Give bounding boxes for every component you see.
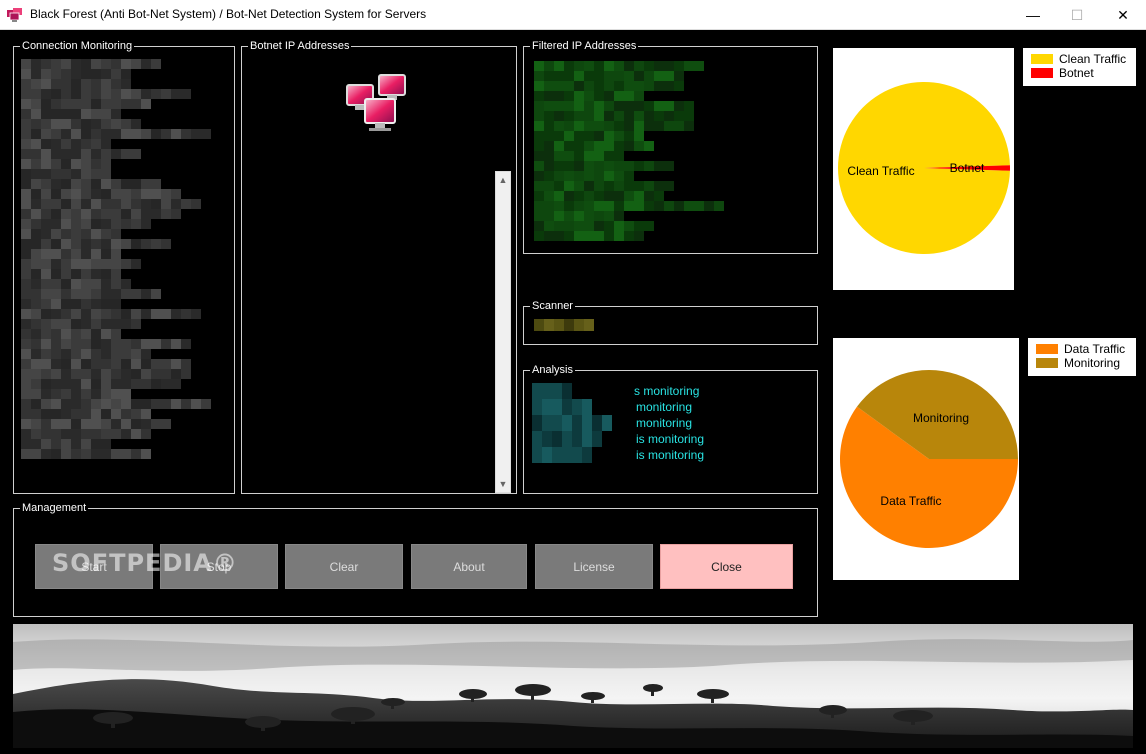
connection-monitoring-group: Connection Monitoring: [13, 39, 235, 494]
filtered-ip-group: Filtered IP Addresses: [523, 39, 818, 254]
legend-item-data-traffic: Data Traffic: [1036, 342, 1128, 356]
clear-button[interactable]: Clear: [285, 544, 403, 589]
analysis-line: monitoring: [636, 400, 693, 414]
legend-label-data-traffic: Data Traffic: [1064, 342, 1126, 356]
analysis-line: is monitoring: [636, 448, 705, 462]
pie-label-clean-traffic: Clean Traffic: [847, 164, 914, 178]
analysis-label: Analysis: [530, 363, 575, 377]
botnet-ip-label: Botnet IP Addresses: [248, 39, 352, 53]
landscape-banner-image: [13, 624, 1133, 748]
scroll-up-icon[interactable]: ▲: [496, 172, 510, 188]
analysis-group: Analysis s monitoring monitoring monitor…: [523, 363, 818, 494]
scanner-status: [534, 319, 644, 331]
legend-item-monitoring: Monitoring: [1036, 356, 1128, 370]
title-bar: Black Forest (Anti Bot-Net System) / Bot…: [0, 0, 1146, 30]
about-button[interactable]: About: [411, 544, 527, 589]
legend-label-clean-traffic: Clean Traffic: [1059, 52, 1127, 66]
network-computers-icon: [346, 74, 406, 131]
filtered-ip-label: Filtered IP Addresses: [530, 39, 639, 53]
close-button[interactable]: Close: [660, 544, 793, 589]
analysis-line: is monitoring: [636, 432, 705, 446]
maximize-button[interactable]: ☐: [1054, 0, 1100, 30]
legend-swatch-monitoring: [1036, 358, 1058, 368]
management-group: Management Start Stop Clear About Licens…: [13, 501, 818, 617]
data-pie-chart: Data Traffic Monitoring: [840, 370, 1018, 548]
minimize-button[interactable]: —: [1010, 0, 1056, 30]
analysis-masked-text: [532, 383, 636, 463]
window-title: Black Forest (Anti Bot-Net System) / Bot…: [30, 7, 427, 21]
pie-label-monitoring: Monitoring: [913, 411, 969, 425]
connection-list[interactable]: [21, 59, 221, 461]
license-button[interactable]: License: [535, 544, 653, 589]
traffic-pie-chart-panel: Clean Traffic Botnet: [833, 48, 1014, 290]
legend-swatch-clean-traffic: [1031, 54, 1053, 64]
analysis-line: monitoring: [636, 416, 693, 430]
legend-swatch-data-traffic: [1036, 344, 1058, 354]
scanner-label: Scanner: [530, 299, 575, 313]
filtered-ip-list[interactable]: [534, 61, 734, 241]
connection-monitoring-label: Connection Monitoring: [20, 39, 135, 53]
pie-label-botnet: Botnet: [950, 161, 985, 175]
legend-label-monitoring: Monitoring: [1064, 356, 1121, 370]
traffic-legend: Clean Traffic Botnet: [1023, 48, 1136, 86]
botnet-ip-group: Botnet IP Addresses ▲ ▼: [241, 39, 517, 494]
legend-label-botnet: Botnet: [1059, 66, 1094, 80]
computers-icon: [7, 8, 22, 22]
management-label: Management: [20, 501, 89, 515]
scroll-down-icon[interactable]: ▼: [496, 476, 510, 492]
legend-swatch-botnet: [1031, 68, 1053, 78]
botnet-list-scrollbar[interactable]: ▲ ▼: [495, 171, 511, 493]
traffic-pie-chart: Clean Traffic Botnet: [838, 82, 1010, 254]
data-pie-chart-panel: Data Traffic Monitoring: [833, 338, 1019, 580]
analysis-line: s monitoring: [634, 384, 700, 398]
pie-label-data-traffic: Data Traffic: [880, 494, 941, 508]
legend-item-clean-traffic: Clean Traffic: [1031, 52, 1128, 66]
legend-item-botnet: Botnet: [1031, 66, 1128, 80]
window-close-button[interactable]: ✕: [1100, 0, 1146, 30]
scanner-group: Scanner: [523, 299, 818, 345]
data-legend: Data Traffic Monitoring: [1028, 338, 1136, 376]
stop-button[interactable]: Stop: [160, 544, 278, 589]
start-button[interactable]: Start: [35, 544, 153, 589]
